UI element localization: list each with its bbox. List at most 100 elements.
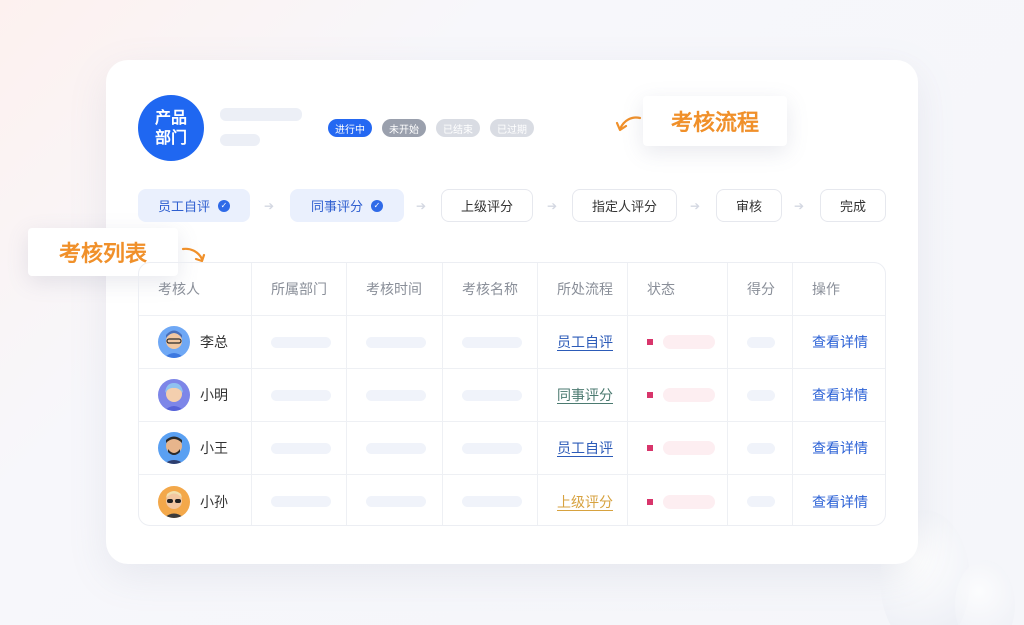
step-label: 同事评分 — [310, 200, 363, 215]
status-cell — [628, 422, 728, 474]
name-cell — [443, 316, 538, 368]
department-name: 产品部门 — [154, 108, 187, 147]
time-cell — [347, 422, 443, 474]
avatar — [158, 379, 190, 411]
status-dot — [647, 498, 653, 505]
placeholder-bar — [747, 336, 775, 348]
placeholder-bar — [462, 496, 522, 507]
status-filter: 进行中 未开始 已结束 已过期 — [328, 119, 534, 137]
avatar — [158, 485, 190, 518]
name-cell — [443, 422, 538, 474]
action-cell: 查看详情 — [793, 475, 885, 525]
status-placeholder — [663, 441, 715, 455]
column-header-score: 得分 — [728, 263, 793, 315]
action-cell: 查看详情 — [793, 422, 885, 474]
curved-arrow-icon — [615, 116, 642, 132]
placeholder-bar — [271, 496, 331, 507]
status-dot — [647, 445, 653, 451]
placeholder-bar — [271, 336, 331, 348]
avatar-icon — [164, 383, 184, 411]
step-peer-review[interactable]: 同事评分 ✓ — [290, 189, 404, 222]
view-details-link[interactable]: 查看详情 — [812, 385, 868, 405]
column-header-time: 考核时间 — [347, 263, 443, 315]
action-cell: 查看详情 — [793, 316, 885, 368]
time-cell — [347, 369, 443, 421]
flow-link[interactable]: 上级评分 — [557, 492, 613, 512]
time-cell — [347, 475, 443, 525]
placeholder-bar — [366, 442, 426, 454]
status-placeholder — [663, 494, 715, 509]
step-complete[interactable]: 完成 — [820, 189, 886, 222]
callout-assessment-flow: 考核流程 — [643, 96, 787, 146]
status-chip-expired[interactable]: 已过期 — [490, 119, 534, 137]
check-icon: ✓ — [371, 199, 383, 212]
assessment-table: 考核人 所属部门 考核时间 考核名称 所处流程 状态 得分 操作 李总 员工自评 — [138, 262, 886, 526]
column-header-assessee: 考核人 — [139, 263, 252, 315]
status-cell — [628, 369, 728, 421]
assessee-cell: 小王 — [139, 422, 252, 474]
flow-cell: 员工自评 — [538, 422, 628, 474]
placeholder-bar — [366, 496, 426, 507]
time-cell — [347, 316, 443, 368]
arrow-right-icon: ➔ — [690, 199, 701, 213]
name-cell — [443, 475, 538, 525]
assessee-name: 小王 — [200, 441, 228, 457]
column-header-department: 所属部门 — [252, 263, 347, 315]
step-label: 上级评分 — [460, 200, 513, 215]
action-cell: 查看详情 — [793, 369, 885, 421]
view-details-link[interactable]: 查看详情 — [812, 332, 868, 352]
department-cell — [252, 369, 347, 421]
arrow-right-icon: ➔ — [794, 199, 805, 213]
assessee-cell: 小明 — [139, 369, 252, 421]
column-header-action: 操作 — [812, 282, 840, 298]
department-badge: 产品部门 — [138, 95, 204, 161]
placeholder-bar — [462, 336, 522, 348]
step-designated-review[interactable]: 指定人评分 — [572, 189, 677, 222]
status-placeholder — [663, 388, 715, 402]
score-cell — [728, 422, 793, 474]
step-audit[interactable]: 审核 — [716, 189, 782, 222]
status-placeholder — [663, 335, 715, 349]
flow-link[interactable]: 员工自评 — [557, 332, 613, 352]
avatar — [158, 326, 190, 358]
subtitle-placeholder — [220, 134, 260, 146]
placeholder-bar — [271, 442, 331, 454]
placeholder-bar — [747, 496, 775, 507]
score-cell — [728, 475, 793, 525]
status-chip-in-progress[interactable]: 进行中 — [328, 119, 372, 137]
table-row: 小孙 上级评分 查看详情 — [139, 475, 885, 525]
table-row: 小王 员工自评 查看详情 — [139, 422, 885, 475]
status-chip-not-started[interactable]: 未开始 — [382, 119, 426, 137]
flow-link[interactable]: 同事评分 — [557, 385, 613, 405]
flow-cell: 员工自评 — [538, 316, 628, 368]
status-cell — [628, 475, 728, 525]
name-cell — [443, 369, 538, 421]
placeholder-bar — [271, 389, 331, 401]
check-icon: ✓ — [218, 199, 230, 212]
table-row: 小明 同事评分 查看详情 — [139, 369, 885, 422]
column-header-name: 考核名称 — [443, 263, 538, 315]
step-self-review[interactable]: 员工自评 ✓ — [138, 189, 250, 222]
arrow-right-icon: ➔ — [264, 199, 275, 213]
assessee-name: 小明 — [200, 388, 228, 404]
avatar-icon — [164, 330, 184, 358]
placeholder-bar — [747, 442, 775, 454]
step-label: 完成 — [839, 200, 866, 215]
status-chip-finished[interactable]: 已结束 — [436, 119, 480, 137]
view-details-link[interactable]: 查看详情 — [812, 492, 868, 512]
column-header-status: 状态 — [628, 263, 728, 315]
department-cell — [252, 316, 347, 368]
avatar-icon — [164, 490, 184, 518]
step-label: 员工自评 — [157, 200, 210, 215]
view-details-link[interactable]: 查看详情 — [812, 438, 868, 458]
placeholder-bar — [462, 389, 522, 401]
department-cell — [252, 475, 347, 525]
score-cell — [728, 316, 793, 368]
avatar — [158, 432, 190, 464]
step-manager-review[interactable]: 上级评分 — [441, 189, 533, 222]
placeholder-bar — [462, 442, 522, 454]
status-dot — [647, 392, 653, 398]
flow-link[interactable]: 员工自评 — [557, 438, 613, 458]
arrow-right-icon: ➔ — [547, 199, 558, 213]
status-dot — [647, 339, 653, 345]
